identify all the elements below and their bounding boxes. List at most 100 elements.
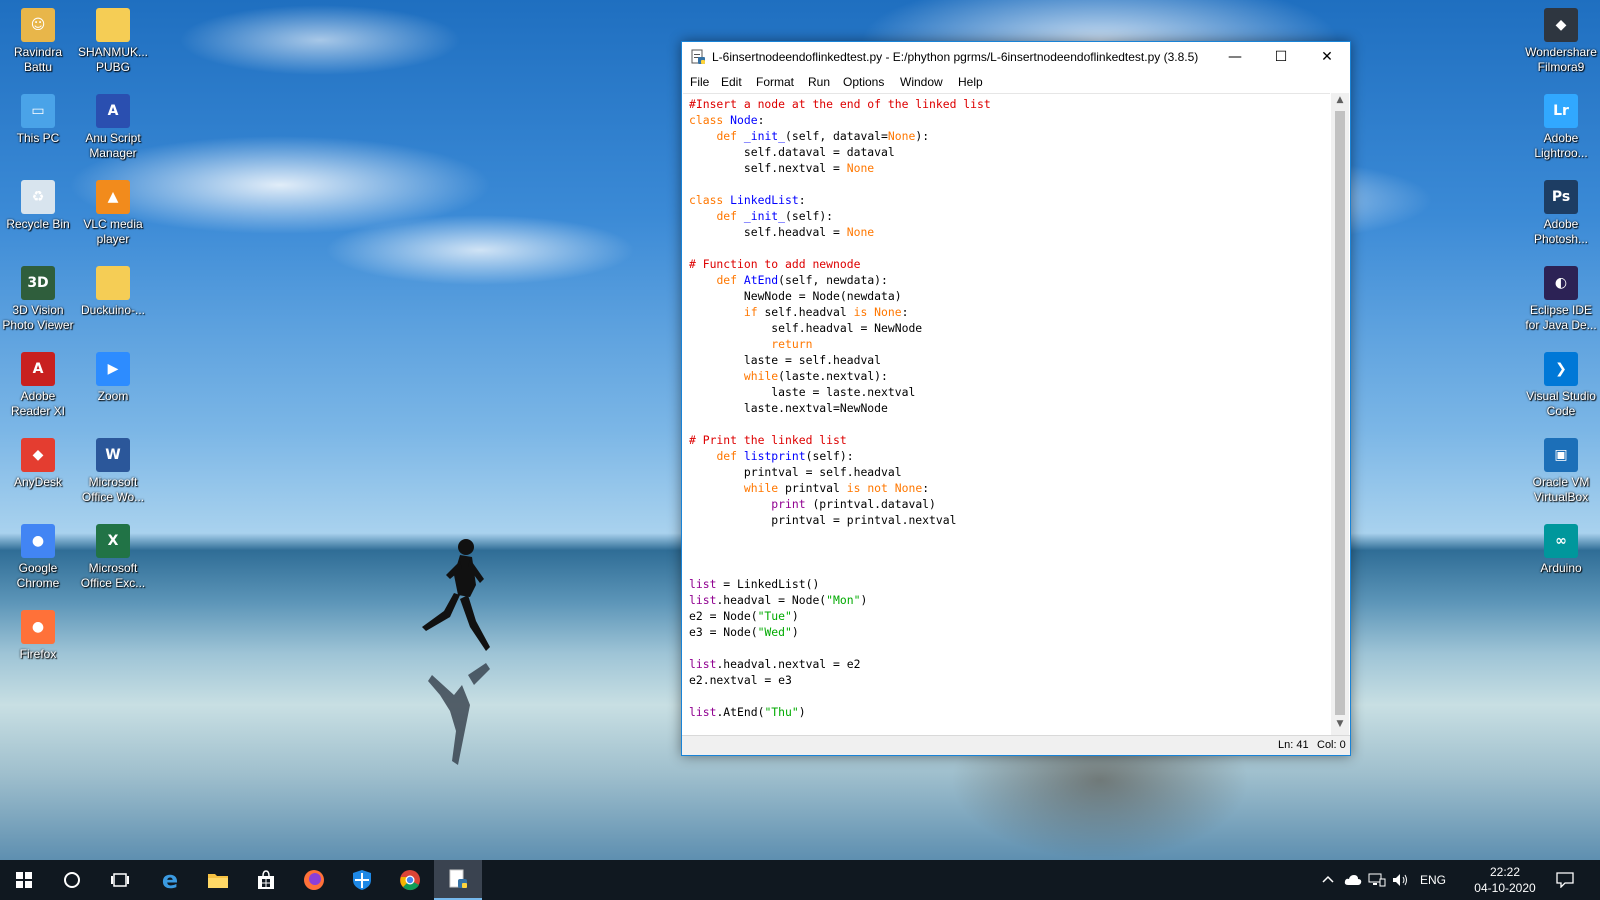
desktop-icon-firefox[interactable]: ● Firefox: [1, 610, 75, 662]
anydesk-icon: ◆: [21, 438, 55, 472]
code-editor[interactable]: #Insert a node at the end of the linked …: [683, 93, 1330, 736]
clock[interactable]: 22:22 04-10-2020: [1467, 864, 1543, 896]
code-token: class: [689, 193, 731, 207]
code-token: print: [771, 497, 806, 511]
code-token: is not None: [846, 481, 923, 495]
close-button[interactable]: ✕: [1304, 42, 1350, 72]
security-icon[interactable]: [338, 860, 386, 900]
start-icon[interactable]: [0, 860, 48, 900]
3d-vision-icon: 3D: [21, 266, 55, 300]
menu-file[interactable]: File: [690, 75, 709, 89]
code-token: is None: [853, 305, 902, 319]
network-icon[interactable]: [1368, 860, 1386, 900]
search-icon[interactable]: [48, 860, 96, 900]
desktop-icon-adobe-reader[interactable]: A Adobe Reader XI: [1, 352, 75, 419]
menu-window[interactable]: Window: [900, 75, 943, 89]
code-token: "Wed": [757, 625, 792, 639]
title-bar[interactable]: L-6insertnodeendoflinkedtest.py - E:/phy…: [682, 42, 1350, 72]
desktop-icon-ravindra-battu[interactable]: ☺ Ravindra Battu: [1, 8, 75, 75]
desktop-icon-eclipse-ide[interactable]: ◐ Eclipse IDE for Java De...: [1524, 266, 1598, 333]
idle-python-icon[interactable]: [434, 860, 482, 900]
desktop-icon-duckuino[interactable]: Duckuino-...: [76, 266, 150, 318]
desktop-icon-label: Eclipse IDE for Java De...: [1525, 303, 1597, 332]
store-icon[interactable]: [242, 860, 290, 900]
code-text[interactable]: #Insert a node at the end of the linked …: [689, 96, 991, 736]
chrome-icon[interactable]: [386, 860, 434, 900]
scroll-up-icon[interactable]: ▲: [1331, 95, 1349, 105]
desktop-icon-arduino[interactable]: ∞ Arduino: [1524, 524, 1598, 576]
onedrive-icon[interactable]: [1344, 860, 1362, 900]
language-indicator[interactable]: ENG: [1420, 860, 1446, 900]
edge-icon[interactable]: e: [146, 860, 194, 900]
arduino-icon: ∞: [1544, 524, 1578, 558]
firefox-icon[interactable]: [290, 860, 338, 900]
desktop-icon-adobe-lightroom[interactable]: Lr Adobe Lightroo...: [1524, 94, 1598, 161]
desktop-icon-zoom[interactable]: ▶ Zoom: [76, 352, 150, 404]
volume-icon[interactable]: [1392, 860, 1410, 900]
code-token: list: [689, 657, 717, 671]
desktop-icon-visual-studio-code[interactable]: ❯ Visual Studio Code: [1524, 352, 1598, 419]
desktop-icon-microsoft-office-word[interactable]: W Microsoft Office Wo...: [76, 438, 150, 505]
desktop-icon-label: VLC media player: [83, 217, 143, 246]
task-view-icon[interactable]: [96, 860, 144, 900]
menu-options[interactable]: Options: [843, 75, 884, 89]
minimize-button[interactable]: —: [1212, 42, 1258, 72]
code-token: list: [689, 577, 717, 591]
code-token: (self):: [805, 449, 854, 463]
excel-icon: X: [96, 524, 130, 558]
code-token: ): [791, 625, 799, 639]
desktop-icon-adobe-photoshop[interactable]: Ps Adobe Photosh...: [1524, 180, 1598, 247]
desktop-icon-anu-script-manager[interactable]: A Anu Script Manager: [76, 94, 150, 161]
menu-edit[interactable]: Edit: [721, 75, 742, 89]
desktop-icon-wondershare-filmora[interactable]: ◆ Wondershare Filmora9: [1524, 8, 1598, 75]
menu-help[interactable]: Help: [958, 75, 983, 89]
vscode-icon: ❯: [1544, 352, 1578, 386]
idle-editor-window[interactable]: L-6insertnodeendoflinkedtest.py - E:/phy…: [681, 41, 1351, 756]
desktop-icon-label: Oracle VM VirtualBox: [1532, 475, 1590, 504]
desktop-icon-vlc-media-player[interactable]: ▲ VLC media player: [76, 180, 150, 247]
desktop-icon-label: Adobe Lightroo...: [1534, 131, 1588, 160]
code-token: "Thu": [764, 705, 799, 719]
desktop-icon-oracle-virtualbox[interactable]: ▣ Oracle VM VirtualBox: [1524, 438, 1598, 505]
code-token: .AtEnd(: [716, 705, 765, 719]
notification-icon[interactable]: [1556, 860, 1574, 900]
folder-icon: [96, 8, 130, 42]
desktop-icon-label: Ravindra Battu: [13, 45, 63, 74]
vlc-icon: ▲: [96, 180, 130, 214]
idle-python-icon: [691, 49, 705, 64]
desktop-icon-anydesk[interactable]: ◆ AnyDesk: [1, 438, 75, 490]
code-token: :: [922, 481, 930, 495]
folder-icon: [96, 266, 130, 300]
desktop-icon-recycle-bin[interactable]: ♻ Recycle Bin: [1, 180, 75, 232]
desktop-icon-shanmuk-pubg[interactable]: SHANMUK... PUBG: [76, 8, 150, 75]
scroll-down-icon[interactable]: ▼: [1331, 719, 1349, 729]
wallpaper-runner: [422, 539, 490, 765]
desktop-icon-label: This PC: [16, 131, 60, 145]
status-col: Col: 0: [1317, 739, 1346, 751]
show-hidden-icons-icon[interactable]: [1322, 860, 1334, 900]
maximize-button[interactable]: ☐: [1258, 42, 1304, 72]
menu-format[interactable]: Format: [756, 75, 794, 89]
code-token: (printval.dataval): [805, 497, 936, 511]
desktop-icon-google-chrome[interactable]: ● Google Chrome: [1, 524, 75, 591]
code-token: list: [689, 705, 717, 719]
firefox-icon: ●: [21, 610, 55, 644]
code-token: _init_: [743, 209, 786, 223]
desktop-icon-this-pc[interactable]: ▭ This PC: [1, 94, 75, 146]
desktop-icon-3d-vision-photo-viewer[interactable]: 3D 3D Vision Photo Viewer: [1, 266, 75, 333]
zoom-icon: ▶: [96, 352, 130, 386]
code-token: (self, newdata):: [778, 273, 888, 287]
code-token: return: [771, 337, 813, 351]
window-title: L-6insertnodeendoflinkedtest.py - E:/phy…: [712, 50, 1199, 64]
file-explorer-icon[interactable]: [194, 860, 242, 900]
desktop-icon-label: Adobe Reader XI: [10, 389, 66, 418]
scrollbar-thumb[interactable]: [1335, 111, 1345, 715]
code-token: #Insert a node at the end of the linked …: [689, 97, 991, 111]
code-token: while: [743, 369, 779, 383]
desktop-icon-microsoft-office-excel[interactable]: X Microsoft Office Exc...: [76, 524, 150, 591]
menu-run[interactable]: Run: [808, 75, 830, 89]
vertical-scrollbar[interactable]: ▲ ▼: [1331, 93, 1349, 735]
code-token: (self, dataval=: [785, 129, 888, 143]
filmora-icon: ◆: [1544, 8, 1578, 42]
